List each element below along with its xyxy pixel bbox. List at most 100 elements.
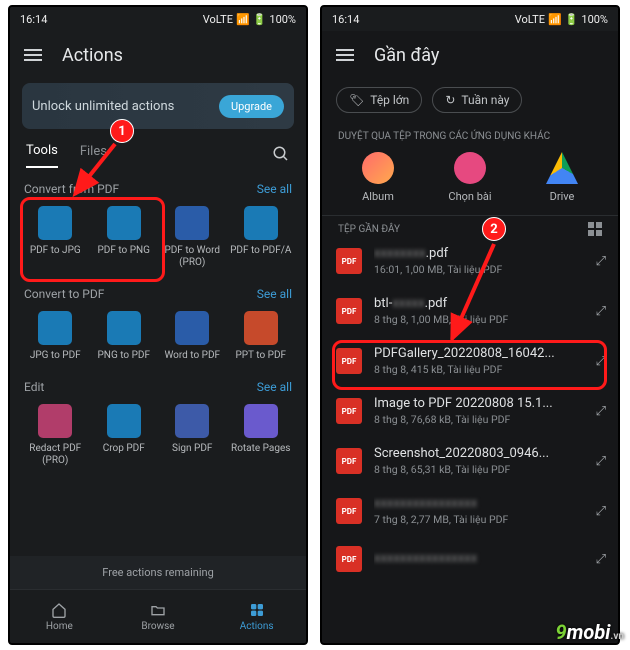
file-list: PDF xxxxxxxx.pdf16:01, 1,00 MB, Tài liệu … — [322, 236, 618, 582]
tool-rotate-pages[interactable]: Rotate Pages — [230, 404, 293, 467]
file-name: Screenshot_20220803_0946... — [374, 446, 584, 461]
section-title: Convert from PDF — [24, 182, 119, 196]
file-name: Image to PDF 20220808 15.1... — [374, 396, 584, 411]
chip-large-files[interactable]: 🏷 Tệp lớn — [336, 87, 422, 113]
pdf-image-icon — [38, 206, 72, 240]
upgrade-button[interactable]: Upgrade — [219, 95, 284, 118]
section-title: Edit — [24, 380, 44, 394]
tab-row: Tools Files — [10, 143, 306, 168]
music-icon — [454, 152, 486, 184]
expand-icon[interactable]: ⤢ — [596, 404, 604, 419]
file-name: xxxxxxxx.pdf — [374, 246, 584, 261]
search-icon[interactable] — [272, 145, 290, 167]
sign-icon — [175, 404, 209, 438]
recent-files-header: TỆP GẦN ĐÂY — [322, 218, 618, 236]
tool-png-to-pdf[interactable]: PNG to PDF — [93, 311, 156, 362]
source-music[interactable]: Chọn bài — [424, 152, 516, 203]
home-icon — [49, 602, 69, 618]
nav-browse[interactable]: Browse — [109, 590, 208, 643]
drive-icon — [546, 152, 578, 184]
pdf-image-icon — [107, 206, 141, 240]
crop-icon — [107, 404, 141, 438]
chip-this-week[interactable]: ↻ Tuần này — [432, 87, 522, 113]
source-album[interactable]: Album — [332, 152, 424, 203]
file-row[interactable]: PDF xxxxxxxx.pdf16:01, 1,00 MB, Tài liệu … — [322, 236, 618, 286]
app-bar: Gần đây — [322, 31, 618, 79]
tool-redact-pdf[interactable]: Redact PDF (PRO) — [24, 404, 87, 467]
tool-ppt-to-pdf[interactable]: PPT to PDF — [230, 311, 293, 362]
see-all-link[interactable]: See all — [257, 380, 292, 394]
pdf-badge-icon: PDF — [336, 248, 362, 274]
expand-icon[interactable]: ⤢ — [596, 254, 604, 269]
screenshot-right: 16:14 VoLTE 📶 🔋 100% Gần đây 🏷 Tệp lớn ↻… — [320, 5, 620, 645]
see-all-link[interactable]: See all — [257, 182, 292, 196]
pdf-badge-icon: PDF — [336, 546, 362, 572]
see-all-link[interactable]: See all — [257, 287, 292, 301]
file-meta: 8 thg 8, 1,00 MB, Tài liệu PDF — [374, 313, 584, 326]
tool-pdf-to-png[interactable]: PDF to PNG — [93, 206, 156, 269]
page-title: Actions — [62, 45, 123, 66]
source-apps-row: Album Chọn bài Drive — [322, 148, 618, 213]
file-meta: 7 thg 8, 2,77 MB, Tài liệu PDF — [374, 513, 584, 526]
file-info: btl-xxxxx.pdf 8 thg 8, 1,00 MB, Tài liệu … — [374, 296, 584, 326]
tool-pdf-to-pdfa[interactable]: PDF to PDF/A — [230, 206, 293, 269]
file-name: xxxxxxxxxxxxxxxx — [374, 496, 584, 511]
status-bar: 16:14 VoLTE 📶 🔋 100% — [322, 7, 618, 31]
status-battery: 100% — [581, 13, 608, 26]
nav-home[interactable]: Home — [10, 590, 109, 643]
page-title: Gần đây — [374, 45, 439, 66]
battery-icon: 🔋 — [253, 13, 267, 26]
tool-pdf-to-word[interactable]: PDF to Word (PRO) — [161, 206, 224, 269]
file-row[interactable]: PDFbtl-xxxxx.pdf8 thg 8, 1,00 MB, Tài li… — [322, 286, 618, 336]
pdf-badge-icon: PDF — [336, 498, 362, 524]
image-pdf-icon — [38, 311, 72, 345]
callout-1: 1 — [110, 119, 134, 143]
signal-icon: 📶 — [236, 13, 250, 26]
expand-icon[interactable]: ⤢ — [596, 504, 604, 519]
file-row[interactable]: PDF xxxxxxxxxxxxxxxx 7 thg 8, 2,77 MB, Tài… — [322, 486, 618, 536]
file-row[interactable]: PDF Image to PDF 20220808 15.1... 8 thg 8,… — [322, 386, 618, 436]
pdf-pdfa-icon — [244, 206, 278, 240]
nav-actions[interactable]: Actions — [207, 590, 306, 643]
tool-crop-pdf[interactable]: Crop PDF — [93, 404, 156, 467]
tab-tools[interactable]: Tools — [26, 143, 58, 168]
file-meta: 8 thg 8, 76,68 kB, Tài liệu PDF — [374, 413, 584, 426]
file-row[interactable]: PDFScreenshot_20220803_0946...8 thg 8, 6… — [322, 436, 618, 486]
upgrade-banner[interactable]: Unlock unlimited actions Upgrade — [22, 83, 294, 129]
tool-pdf-to-jpg[interactable]: PDF to JPG — [24, 206, 87, 269]
file-name: PDFGallery_20220808_16042... — [374, 346, 584, 361]
tool-jpg-to-pdf[interactable]: JPG to PDF — [24, 311, 87, 362]
file-name: btl-xxxxx.pdf — [374, 296, 584, 311]
app-bar: Actions — [10, 31, 306, 79]
expand-icon[interactable]: ⤢ — [596, 304, 604, 319]
view-grid-icon[interactable] — [588, 222, 602, 236]
tool-word-to-pdf[interactable]: Word to PDF — [161, 311, 224, 362]
file-row[interactable]: PDF xxxxxxxxxxxxxxxx ⤢ — [322, 536, 618, 582]
tab-files[interactable]: Files — [80, 144, 107, 167]
source-drive[interactable]: Drive — [516, 152, 608, 203]
status-battery: 100% — [269, 13, 296, 26]
status-net: VoLTE — [515, 13, 545, 26]
file-row[interactable]: PDFPDFGallery_20220808_16042...8 thg 8, … — [322, 336, 618, 386]
tool-sign-pdf[interactable]: Sign PDF — [161, 404, 224, 467]
redact-icon — [38, 404, 72, 438]
album-icon — [362, 152, 394, 184]
menu-icon[interactable] — [336, 49, 354, 61]
free-actions-banner[interactable]: Free actions remaining — [10, 556, 306, 589]
pdf-badge-icon: PDF — [336, 448, 362, 474]
menu-icon[interactable] — [24, 49, 42, 61]
history-icon: ↻ — [445, 93, 455, 107]
pdf-badge-icon: PDF — [336, 348, 362, 374]
screenshot-left: 16:14 VoLTE 📶 🔋 100% Actions Unlock unli… — [8, 5, 308, 645]
file-name: xxxxxxxxxxxxxxxx — [374, 551, 584, 566]
rotate-icon — [244, 404, 278, 438]
file-info: xxxxxxxxxxxxxxxx — [374, 551, 584, 568]
expand-icon[interactable]: ⤢ — [596, 454, 604, 469]
status-net: VoLTE — [203, 13, 233, 26]
pdf-badge-icon: PDF — [336, 398, 362, 424]
filter-chips: 🏷 Tệp lớn ↻ Tuần này — [322, 79, 618, 121]
expand-icon[interactable]: ⤢ — [596, 552, 604, 567]
section-convert-from: Convert from PDF See all PDF to JPG PDF … — [10, 168, 306, 273]
file-info: xxxxxxxx.pdf16:01, 1,00 MB, Tài liệu PDF — [374, 246, 584, 276]
expand-icon[interactable]: ⤢ — [596, 354, 604, 369]
